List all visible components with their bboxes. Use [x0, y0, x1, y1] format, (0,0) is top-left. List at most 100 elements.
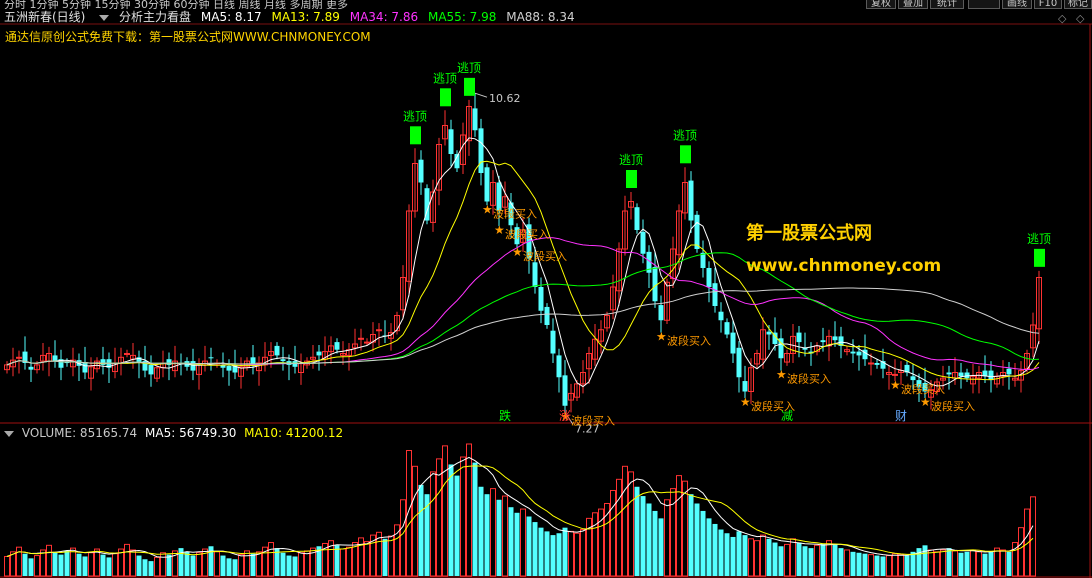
candle-body: [742, 381, 748, 392]
volume-bar: [556, 533, 562, 576]
volume-bar: [394, 524, 400, 577]
buy-star-icon: ★: [890, 378, 901, 392]
candle-body: [562, 375, 568, 406]
volume-bar: [664, 499, 670, 577]
volume-bar: [58, 554, 64, 576]
volume-info-bar: VOLUME: 85165.74 MA5: 56749.30 MA10: 412…: [0, 425, 347, 441]
candle-body: [316, 351, 322, 356]
volume-bar: [964, 551, 970, 576]
volume-bar: [694, 503, 700, 576]
buy-star-icon: ★: [656, 330, 667, 344]
volume-bar: [10, 551, 16, 577]
volume-bar: [850, 551, 856, 576]
candle-body: [274, 345, 280, 356]
volume-bar: [64, 550, 70, 576]
candle-body: [658, 305, 664, 321]
volume-bar: [298, 552, 304, 577]
volume-bar: [880, 556, 886, 576]
buy-star-icon: ★: [494, 223, 505, 237]
escape-top-marker: [626, 170, 637, 188]
candle-body: [724, 322, 730, 335]
volume-bar: [958, 552, 964, 576]
volume-bar: [868, 554, 874, 577]
candle-body: [16, 356, 22, 359]
candle-body: [484, 167, 490, 202]
volume-bar: [568, 530, 574, 577]
chart-canvas[interactable]: 10.627.27逃顶逃顶逃顶逃顶逃顶逃顶★ 波段买入★ 波段买入★ 波段买入★ 波段买…: [0, 0, 1092, 578]
volume-bar: [706, 518, 712, 576]
volume-bar: [502, 495, 508, 577]
high-pointer: [474, 92, 488, 98]
volume-bar: [250, 553, 256, 576]
volume-bar: [412, 465, 418, 577]
volume-bar: [154, 556, 160, 577]
bottom-marker: 减: [781, 409, 793, 423]
volume-bar: [268, 542, 274, 577]
volume-bar: [790, 538, 796, 577]
candle-body: [82, 362, 88, 373]
volume-title: VOLUME: 85165.74: [21, 426, 138, 440]
candle-body: [52, 355, 58, 362]
escape-top-marker: [440, 88, 451, 107]
buy-star-icon: ★: [920, 395, 931, 409]
escape-top-marker: [464, 77, 475, 96]
volume-bar: [856, 552, 862, 576]
bottom-marker: 财: [895, 409, 907, 423]
escape-top-marker: [1034, 248, 1045, 267]
volume-bar: [994, 547, 1000, 577]
candle-body: [190, 361, 196, 371]
volume-bar: [736, 531, 742, 576]
volume-bar: [550, 535, 556, 576]
candle-body: [448, 129, 454, 154]
volume-bar: [778, 546, 784, 576]
volume-bar: [760, 534, 766, 577]
volume-bar: [166, 554, 172, 576]
volume-bar: [388, 535, 394, 577]
volume-bar: [22, 553, 28, 576]
volume-bar: [622, 465, 628, 577]
volume-bar: [754, 540, 760, 577]
volume-bar: [982, 553, 988, 576]
volume-bar: [952, 550, 958, 577]
volume-bar: [148, 561, 154, 576]
volume-bar: [532, 522, 538, 576]
escape-top-marker: [680, 145, 691, 164]
volume-bar: [490, 488, 496, 577]
volume-bar: [766, 538, 772, 576]
escape-top-label: 逃顶: [1027, 232, 1051, 246]
volume-bar: [100, 554, 106, 576]
candle-body: [1006, 368, 1012, 375]
volume-bar: [808, 548, 814, 576]
volume-ma5: MA5: 56749.30: [145, 426, 237, 440]
escape-top-label: 逃顶: [457, 61, 481, 75]
volume-bar: [460, 456, 466, 577]
volume-collapse-icon[interactable]: [4, 430, 14, 437]
candle-body: [334, 342, 340, 350]
candle-body: [694, 214, 700, 249]
volume-bar: [700, 510, 706, 576]
volume-bar: [970, 549, 976, 577]
candle-body: [376, 329, 382, 332]
volume-bar: [1018, 527, 1024, 577]
candle-body: [124, 353, 130, 355]
candle-body: [634, 207, 640, 230]
candle-body: [280, 359, 286, 362]
volume-bar: [304, 550, 310, 577]
candle-body: [28, 366, 34, 370]
volume-bar: [28, 558, 34, 576]
chart-window: 分时 1分钟 5分钟 15分钟 30分钟 60分钟 日线 周线 月线 多周期 更…: [0, 0, 1092, 578]
watermark-line2: www.chnmoney.com: [746, 256, 942, 276]
volume-bar: [646, 503, 652, 576]
volume-bar: [478, 486, 484, 576]
volume-bar: [718, 529, 724, 576]
volume-bar: [436, 458, 442, 577]
candle-body: [556, 355, 562, 378]
bottom-marker: 涨: [559, 408, 571, 423]
buy-star-icon: ★: [776, 368, 787, 382]
volume-bar: [682, 480, 688, 577]
volume-bar: [802, 546, 808, 576]
volume-bar: [4, 555, 10, 577]
candle-body: [544, 306, 550, 325]
volume-bar: [358, 537, 364, 577]
volume-bar: [124, 543, 130, 577]
